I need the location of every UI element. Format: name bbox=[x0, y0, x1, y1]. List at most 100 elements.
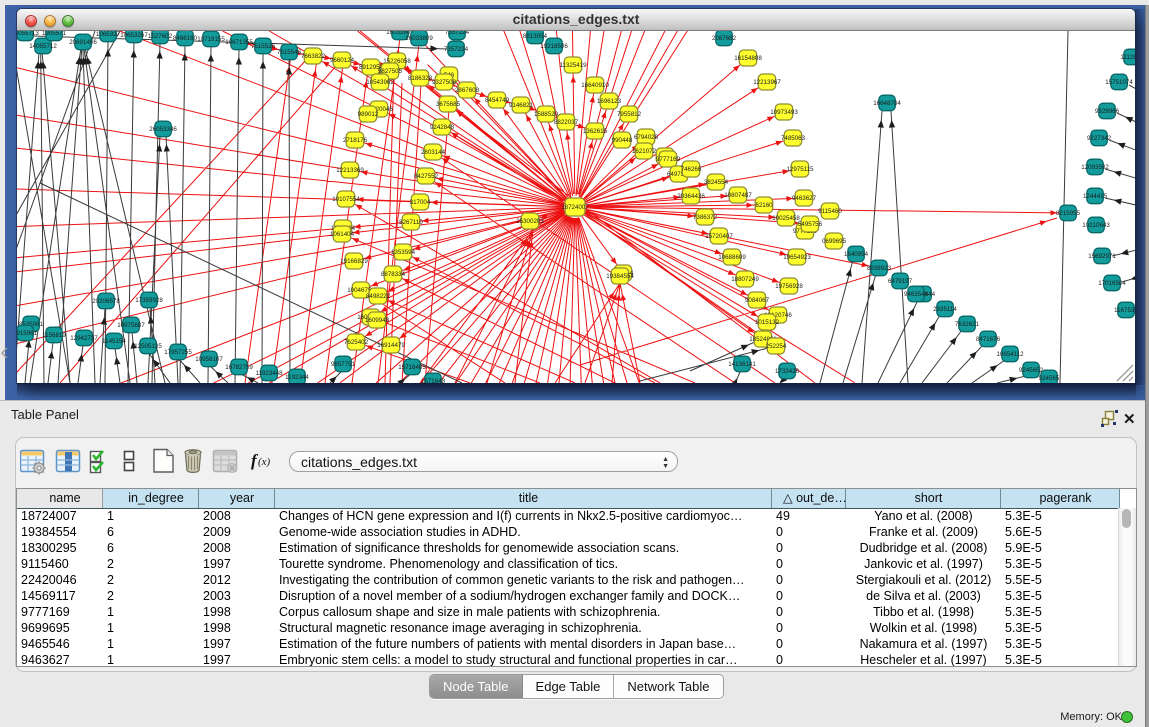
svg-text:62160: 62160 bbox=[755, 202, 773, 209]
svg-text:2803144: 2803144 bbox=[421, 149, 446, 156]
svg-text:17359928: 17359928 bbox=[135, 297, 163, 304]
svg-text:7955812: 7955812 bbox=[617, 111, 642, 118]
svg-text:26053346: 26053346 bbox=[149, 126, 177, 133]
svg-text:8466160: 8466160 bbox=[173, 35, 198, 42]
svg-text:1362615: 1362615 bbox=[583, 128, 608, 135]
svg-text:10543962: 10543962 bbox=[366, 79, 394, 86]
svg-text:1015132: 1015132 bbox=[755, 319, 780, 326]
svg-text:8267110: 8267110 bbox=[399, 219, 423, 226]
svg-text:2718176: 2718176 bbox=[343, 137, 368, 144]
svg-text:924565: 924565 bbox=[1039, 375, 1060, 382]
svg-text:8822037: 8822037 bbox=[554, 119, 579, 126]
svg-text:6479197: 6479197 bbox=[888, 278, 913, 285]
svg-text:10973493: 10973493 bbox=[770, 109, 798, 116]
svg-text:16640910: 16640910 bbox=[581, 82, 609, 89]
svg-text:8938923: 8938923 bbox=[867, 265, 892, 272]
svg-text:9327508: 9327508 bbox=[432, 79, 457, 86]
svg-text:10688609: 10688609 bbox=[718, 254, 746, 261]
svg-text:252254: 252254 bbox=[766, 343, 787, 350]
svg-text:11325419: 11325419 bbox=[559, 62, 587, 69]
svg-text:18724007: 18724007 bbox=[561, 204, 589, 211]
svg-text:9146821: 9146821 bbox=[509, 102, 534, 109]
svg-text:8813054: 8813054 bbox=[523, 33, 548, 40]
svg-text:10807487: 10807487 bbox=[724, 192, 752, 199]
svg-text:8878334: 8878334 bbox=[381, 271, 406, 278]
svg-text:746266: 746266 bbox=[681, 166, 702, 173]
svg-text:10654112: 10654112 bbox=[996, 351, 1024, 358]
svg-text:3675685: 3675685 bbox=[436, 101, 461, 108]
svg-text:10025458: 10025458 bbox=[772, 215, 800, 222]
svg-text:9242848: 9242848 bbox=[430, 124, 455, 131]
svg-text:10975887: 10975887 bbox=[117, 322, 145, 329]
svg-text:10653267: 10653267 bbox=[120, 32, 148, 39]
svg-text:1167533: 1167533 bbox=[1114, 307, 1135, 314]
svg-text:7632621: 7632621 bbox=[955, 321, 980, 328]
svg-text:10671355: 10671355 bbox=[225, 39, 253, 46]
svg-text:7625402: 7625402 bbox=[344, 339, 369, 346]
svg-text:1192344: 1192344 bbox=[285, 374, 309, 381]
svg-text:19654923: 19654923 bbox=[783, 254, 811, 261]
svg-text:10107554: 10107554 bbox=[332, 196, 360, 203]
svg-text:14136141: 14136141 bbox=[728, 361, 756, 368]
svg-text:7357224: 7357224 bbox=[444, 46, 469, 53]
svg-text:9463627: 9463627 bbox=[792, 195, 817, 202]
svg-text:15716485: 15716485 bbox=[398, 364, 426, 371]
svg-text:1112849: 1112849 bbox=[1120, 54, 1135, 61]
svg-text:0699695: 0699695 bbox=[822, 238, 847, 245]
svg-text:9084067: 9084067 bbox=[745, 297, 770, 304]
svg-text:8454749: 8454749 bbox=[485, 97, 510, 104]
svg-text:12942737: 12942737 bbox=[70, 335, 98, 342]
svg-text:7485063: 7485063 bbox=[781, 135, 806, 142]
svg-text:16914479: 16914479 bbox=[377, 342, 405, 349]
svg-text:15692971: 15692971 bbox=[1088, 253, 1116, 260]
svg-text:9115460: 9115460 bbox=[818, 208, 842, 215]
svg-text:8427552: 8427552 bbox=[414, 173, 439, 180]
svg-text:10958107: 10958107 bbox=[195, 356, 223, 363]
svg-text:15720407: 15720407 bbox=[705, 233, 733, 240]
svg-text:11923448: 11923448 bbox=[255, 370, 283, 377]
svg-text:19218506: 19218506 bbox=[540, 43, 568, 50]
svg-text:16033809: 16033809 bbox=[405, 35, 433, 42]
svg-text:1527602: 1527602 bbox=[148, 33, 173, 40]
svg-text:6794028: 6794028 bbox=[634, 134, 659, 141]
svg-text:10719155: 10719155 bbox=[197, 36, 225, 43]
svg-text:3915961: 3915961 bbox=[17, 330, 38, 337]
svg-text:2867608: 2867608 bbox=[455, 87, 480, 94]
svg-text:25300203: 25300203 bbox=[516, 218, 544, 225]
svg-text:1065327: 1065327 bbox=[96, 31, 121, 38]
svg-text:7515546: 7515546 bbox=[277, 49, 302, 56]
svg-text:1733426: 1733426 bbox=[775, 368, 800, 375]
svg-text:12975115: 12975115 bbox=[786, 166, 814, 173]
svg-text:9463546: 9463546 bbox=[904, 291, 929, 298]
svg-text:8498222: 8498222 bbox=[366, 293, 391, 300]
svg-text:20364436: 20364436 bbox=[677, 193, 705, 200]
svg-text:12505135: 12505135 bbox=[134, 343, 162, 350]
svg-text:23055713: 23055713 bbox=[17, 31, 39, 37]
svg-text:7357224: 7357224 bbox=[445, 31, 470, 36]
svg-text:1588520: 1588520 bbox=[534, 111, 559, 118]
svg-text:9777169: 9777169 bbox=[656, 156, 681, 163]
svg-text:7663822: 7663822 bbox=[301, 53, 326, 60]
svg-text:7386372: 7386372 bbox=[693, 214, 718, 221]
svg-text:10210643: 10210643 bbox=[1082, 222, 1110, 229]
svg-text:9329966: 9329966 bbox=[1095, 108, 1120, 115]
svg-text:2087682: 2087682 bbox=[712, 35, 737, 42]
svg-text:1905571: 1905571 bbox=[42, 31, 67, 37]
svg-text:14055712: 14055712 bbox=[29, 43, 57, 50]
svg-text:989012: 989012 bbox=[358, 111, 379, 118]
svg-text:1609948: 1609948 bbox=[365, 317, 390, 324]
svg-text:12093582: 12093582 bbox=[1081, 164, 1109, 171]
svg-text:317004: 317004 bbox=[410, 199, 431, 206]
svg-text:18807249: 18807249 bbox=[731, 276, 759, 283]
svg-text:1640954: 1640954 bbox=[844, 251, 869, 258]
svg-text:17016504: 17016504 bbox=[1098, 280, 1126, 287]
svg-text:8471676: 8471676 bbox=[976, 336, 1001, 343]
svg-text:5495756: 5495756 bbox=[798, 221, 823, 228]
svg-text:15751074: 15751074 bbox=[1105, 79, 1133, 86]
svg-text:19166829: 19166829 bbox=[340, 258, 368, 265]
svg-text:19384554: 19384554 bbox=[606, 273, 634, 280]
svg-text:1621072: 1621072 bbox=[632, 148, 657, 155]
svg-text:16782759: 16782759 bbox=[225, 364, 253, 371]
svg-text:16154808: 16154808 bbox=[734, 55, 762, 62]
svg-text:8215955: 8215955 bbox=[1056, 210, 1081, 217]
